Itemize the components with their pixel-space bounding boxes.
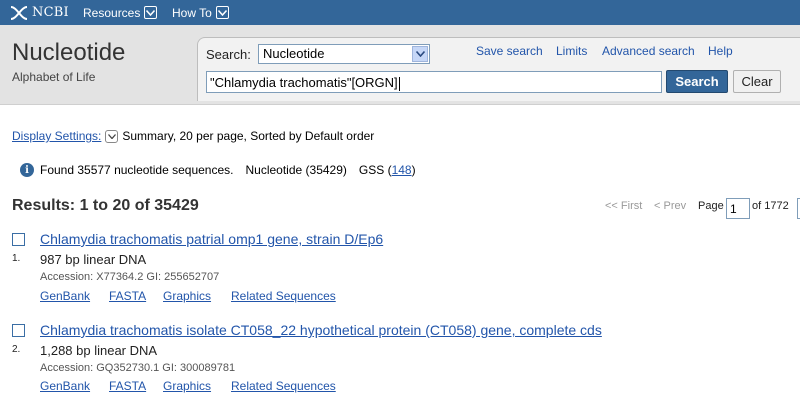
info-icon: i (20, 163, 34, 177)
result-accession: Accession: X77364.2 GI: 255652707 (40, 271, 220, 283)
ncbi-logo[interactable]: NCBI (9, 3, 69, 22)
display-settings-row: Display Settings: Summary, 20 per page, … (12, 129, 374, 143)
result-description: 987 bp linear DNA (40, 252, 147, 267)
result-description: 1,288 bp linear DNA (40, 343, 158, 358)
page-number-input[interactable]: 1 (726, 198, 750, 219)
dropdown-arrow-icon[interactable] (412, 46, 428, 62)
found-text: Found 35577 nucleotide sequences. (40, 163, 234, 177)
result-checkbox[interactable] (12, 324, 25, 337)
result-number: 2. (12, 344, 21, 355)
ncbi-logo-text: NCBI (32, 5, 69, 20)
chevron-down-icon[interactable] (215, 6, 229, 19)
help-link[interactable]: Help (708, 44, 733, 58)
search-button[interactable]: Search (666, 70, 728, 93)
limits-link[interactable]: Limits (556, 44, 587, 58)
genbank-link[interactable]: GenBank (40, 289, 90, 303)
display-settings-link[interactable]: Display Settings: (12, 129, 101, 143)
clear-button[interactable]: Clear (733, 70, 781, 93)
graphics-link[interactable]: Graphics (163, 379, 211, 393)
how-to-menu[interactable]: How To (172, 4, 229, 21)
prev-page-link[interactable]: < Prev (654, 200, 686, 222)
how-to-label: How To (172, 5, 212, 20)
first-page-link[interactable]: << First (605, 200, 642, 222)
found-summary: i Found 35577 nucleotide sequences. Nucl… (20, 163, 416, 177)
page-total: of 1772 (752, 200, 789, 212)
search-label: Search: (206, 47, 251, 62)
chevron-down-icon[interactable] (105, 129, 119, 143)
save-search-link[interactable]: Save search (476, 44, 543, 58)
result-checkbox[interactable] (12, 233, 25, 246)
related-sequences-link[interactable]: Related Sequences (231, 379, 336, 393)
genbank-link[interactable]: GenBank (40, 379, 90, 393)
ncbi-top-bar: NCBI Resources How To (0, 0, 800, 25)
resources-menu[interactable]: Resources (83, 4, 158, 21)
dna-helix-icon (10, 5, 28, 20)
database-subtitle: Alphabet of Life (12, 70, 96, 84)
search-input[interactable]: "Chlamydia trachomatis"[ORGN] (206, 71, 662, 93)
gss-suffix: ) (411, 163, 416, 177)
display-summary: Summary, 20 per page, Sorted by Default … (122, 129, 375, 143)
fasta-link[interactable]: FASTA (109, 379, 146, 393)
advanced-search-link[interactable]: Advanced search (602, 44, 695, 58)
result-title-link[interactable]: Chlamydia trachomatis isolate CT058_22 h… (40, 322, 602, 338)
resources-label: Resources (83, 5, 141, 20)
nucleotide-count: Nucleotide (35429) (245, 163, 347, 177)
database-select-value: Nucleotide (263, 46, 325, 61)
gss-count-link[interactable]: 148 (392, 163, 412, 177)
chevron-down-icon[interactable] (144, 6, 158, 19)
search-input-value: "Chlamydia trachomatis"[ORGN] (210, 75, 398, 90)
result-number: 1. (12, 253, 21, 264)
graphics-link[interactable]: Graphics (163, 289, 211, 303)
fasta-link[interactable]: FASTA (109, 289, 146, 303)
result-title-link[interactable]: Chlamydia trachomatis patrial omp1 gene,… (40, 231, 383, 247)
database-title: Nucleotide (12, 39, 126, 66)
gss-prefix: GSS ( (358, 163, 392, 177)
gss-count-group: GSS (148) (359, 163, 416, 177)
related-sequences-link[interactable]: Related Sequences (231, 289, 336, 303)
results-heading: Results: 1 to 20 of 35429 (12, 197, 199, 214)
result-accession: Accession: GQ352730.1 GI: 300089781 (40, 362, 236, 374)
database-select[interactable]: Nucleotide (258, 44, 430, 64)
page-label: Page (698, 200, 724, 212)
